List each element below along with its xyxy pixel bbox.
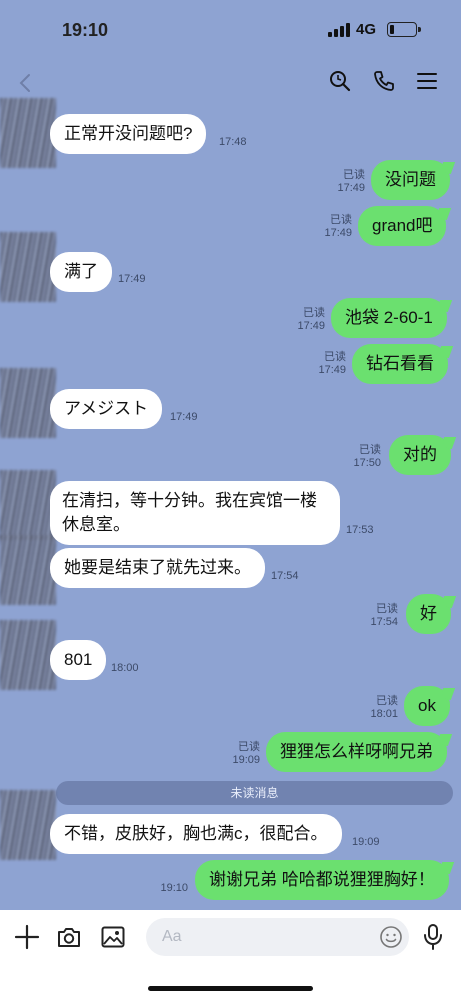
read-receipt: 已读 xyxy=(303,307,325,319)
menu-icon[interactable] xyxy=(412,66,442,96)
message-meta: 已读 19:09 xyxy=(220,741,260,767)
message-time: 17:50 xyxy=(353,457,381,469)
message-bubble-incoming[interactable]: 她要是结束了就先过来。 xyxy=(50,548,265,588)
message-bubble-outgoing[interactable]: grand吧 xyxy=(358,206,447,246)
message-bubble-incoming[interactable]: 801 xyxy=(50,640,107,680)
home-indicator xyxy=(148,986,313,991)
avatar[interactable] xyxy=(0,620,56,690)
message-bubble-outgoing[interactable]: 池袋 2-60-1 xyxy=(331,298,447,338)
avatar[interactable] xyxy=(0,470,56,540)
message-time: 17:49 xyxy=(318,364,346,376)
message-time: 18:00 xyxy=(111,662,139,674)
message-input[interactable] xyxy=(146,918,409,956)
message-time: 19:09 xyxy=(352,836,380,848)
message-bubble-incoming[interactable]: 在清扫，等十分钟。我在宾馆一楼休息室。 xyxy=(50,481,340,545)
phone-icon[interactable] xyxy=(369,66,399,96)
avatar[interactable] xyxy=(0,368,56,438)
input-bar xyxy=(0,910,461,1000)
avatar[interactable] xyxy=(0,232,56,302)
read-receipt: 已读 xyxy=(376,603,398,615)
chevron-left-icon[interactable] xyxy=(10,68,40,98)
read-receipt: 已读 xyxy=(359,444,381,456)
message-time: 17:49 xyxy=(324,227,352,239)
chat-header xyxy=(0,60,461,108)
message-time: 19:10 xyxy=(160,882,188,894)
message-time: 17:48 xyxy=(219,136,247,148)
message-time: 18:01 xyxy=(370,708,398,720)
message-bubble-incoming[interactable]: 正常开没问题吧? xyxy=(50,114,207,154)
avatar[interactable] xyxy=(0,790,56,860)
message-bubble-outgoing[interactable]: 钻石看看 xyxy=(352,344,448,384)
signal-icon xyxy=(328,23,350,37)
message-meta: 已读 17:49 xyxy=(306,351,346,377)
message-meta: 已读 17:54 xyxy=(358,603,398,629)
network-label: 4G xyxy=(356,21,377,38)
message-time: 17:49 xyxy=(297,320,325,332)
message-meta: 已读 17:50 xyxy=(341,444,381,470)
emoji-icon[interactable] xyxy=(376,922,406,952)
message-time: 17:49 xyxy=(337,182,365,194)
avatar[interactable] xyxy=(0,98,56,168)
message-bubble-incoming[interactable]: アメジスト xyxy=(50,389,163,429)
message-bubble-outgoing[interactable]: 好 xyxy=(406,594,451,634)
message-time: 17:49 xyxy=(170,411,198,423)
message-bubble-outgoing[interactable]: 狸狸怎么样呀啊兄弟 xyxy=(266,732,447,772)
message-bubble-outgoing[interactable]: ok xyxy=(404,686,450,726)
message-time: 17:53 xyxy=(346,524,374,536)
message-meta: 已读 17:49 xyxy=(325,169,365,195)
message-bubble-outgoing[interactable]: 对的 xyxy=(389,435,451,475)
message-bubble-incoming[interactable]: 满了 xyxy=(50,252,112,292)
message-meta: 已读 18:01 xyxy=(358,695,398,721)
status-time: 19:10 xyxy=(62,20,109,40)
read-receipt: 已读 xyxy=(343,169,365,181)
avatar[interactable] xyxy=(0,535,56,605)
read-receipt: 已读 xyxy=(324,351,346,363)
message-time: 17:49 xyxy=(118,273,146,285)
read-receipt: 已读 xyxy=(376,695,398,707)
message-time: 17:54 xyxy=(271,570,299,582)
camera-icon[interactable] xyxy=(54,922,84,952)
unread-divider: 未读消息 xyxy=(56,781,453,805)
read-receipt: 已读 xyxy=(238,741,260,753)
message-meta: 已读 17:49 xyxy=(312,214,352,240)
message-bubble-incoming[interactable]: 不错，皮肤好，胸也满c，很配合。 xyxy=(50,814,342,854)
message-meta: 已读 17:49 xyxy=(285,307,325,333)
battery-icon xyxy=(387,22,421,37)
read-receipt: 已读 xyxy=(330,214,352,226)
message-time: 17:54 xyxy=(370,616,398,628)
status-bar: 19:10 4G xyxy=(0,0,461,60)
message-bubble-outgoing[interactable]: 没问题 xyxy=(371,160,450,200)
microphone-icon[interactable] xyxy=(418,922,448,952)
search-icon[interactable] xyxy=(325,66,355,96)
message-bubble-outgoing[interactable]: 谢谢兄弟 哈哈都说狸狸胸好！ xyxy=(195,860,449,900)
message-time: 19:09 xyxy=(232,754,260,766)
image-icon[interactable] xyxy=(98,922,128,952)
plus-icon[interactable] xyxy=(12,922,42,952)
